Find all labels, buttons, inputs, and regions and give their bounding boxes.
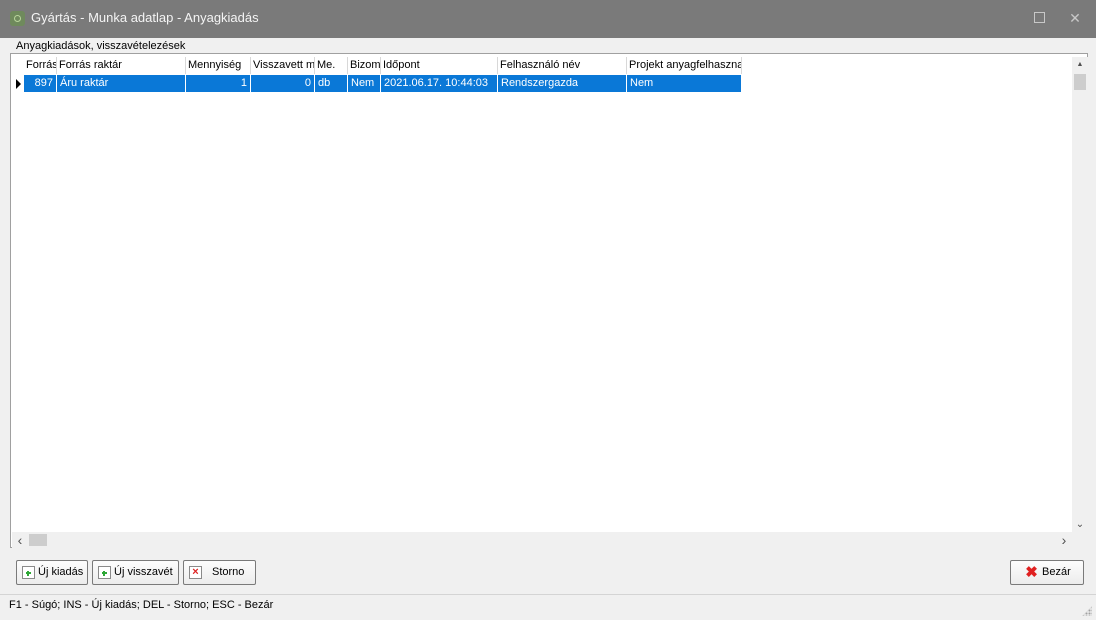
vertical-scrollbar[interactable]: ▲ ⌄: [1072, 57, 1088, 532]
scrollbar-corner: [1072, 532, 1088, 548]
storno-button-label: Storno: [212, 566, 245, 578]
scroll-up-icon[interactable]: ▲: [1072, 57, 1088, 72]
column-header-source[interactable]: Forrás: [24, 57, 57, 74]
add-icon: [98, 566, 111, 579]
close-icon: ✕: [1069, 10, 1081, 26]
cell-timestamp: 2021.06.17. 10:44:03: [381, 75, 498, 92]
horizontal-scroll-thumb[interactable]: [29, 534, 47, 546]
column-header-returned-quantity[interactable]: Visszavett m: [251, 57, 315, 74]
group-label: Anyagkiadások, visszavételezések: [16, 40, 186, 52]
cell-quantity: 1: [186, 75, 251, 92]
issues-grid[interactable]: Forrás Forrás raktár Mennyiség Visszavet…: [10, 53, 1088, 548]
new-return-button-label: Új visszavét: [114, 566, 173, 578]
window-close-button[interactable]: ✕: [1060, 4, 1090, 32]
column-header-source-warehouse[interactable]: Forrás raktár: [57, 57, 186, 74]
storno-button[interactable]: × Storno: [183, 560, 256, 585]
window-title: Gyártás - Munka adatlap - Anyagkiadás: [31, 10, 259, 25]
column-header-project-usage[interactable]: Projekt anyagfelhaszna: [627, 57, 742, 74]
cell-project-usage: Nem: [627, 75, 742, 92]
close-button-label: Bezár: [1042, 566, 1071, 578]
scroll-down-icon[interactable]: ⌄: [1072, 517, 1088, 532]
cell-username: Rendszergazda: [498, 75, 627, 92]
cell-unit: db: [315, 75, 348, 92]
maximize-icon: [1033, 12, 1045, 24]
maximize-button[interactable]: [1024, 4, 1054, 32]
column-header-timestamp[interactable]: Időpont: [381, 57, 498, 74]
vertical-scroll-thumb[interactable]: [1074, 74, 1086, 90]
current-row-indicator-icon: [12, 75, 24, 92]
new-issue-button-label: Új kiadás: [38, 566, 84, 578]
status-text: F1 - Súgó; INS - Új kiadás; DEL - Storno…: [9, 599, 274, 611]
column-header-quantity[interactable]: Mennyiség: [186, 57, 251, 74]
column-header-unit[interactable]: Me.: [315, 57, 348, 74]
app-icon: [10, 11, 25, 26]
close-icon: ✖: [1025, 564, 1038, 581]
cell-consignment: Nem: [348, 75, 381, 92]
column-header-username[interactable]: Felhasználó név: [498, 57, 627, 74]
scroll-left-icon[interactable]: ‹: [12, 532, 28, 548]
horizontal-scrollbar[interactable]: ‹ ›: [12, 532, 1072, 548]
cancel-icon: ×: [189, 566, 202, 579]
column-header-consignment[interactable]: Bizoma: [348, 57, 381, 74]
new-return-button[interactable]: Új visszavét: [92, 560, 179, 585]
cell-returned-quantity: 0: [251, 75, 315, 92]
status-bar: F1 - Súgó; INS - Új kiadás; DEL - Storno…: [0, 594, 1096, 620]
new-issue-button[interactable]: Új kiadás: [16, 560, 88, 585]
cell-source: 897: [24, 75, 57, 92]
add-icon: [22, 566, 35, 579]
scroll-right-icon[interactable]: ›: [1056, 532, 1072, 548]
cell-source-warehouse: Áru raktár: [57, 75, 186, 92]
close-button[interactable]: ✖ Bezár: [1010, 560, 1084, 585]
resize-grip-icon[interactable]: [1082, 606, 1092, 616]
title-bar: Gyártás - Munka adatlap - Anyagkiadás ✕: [0, 0, 1096, 38]
